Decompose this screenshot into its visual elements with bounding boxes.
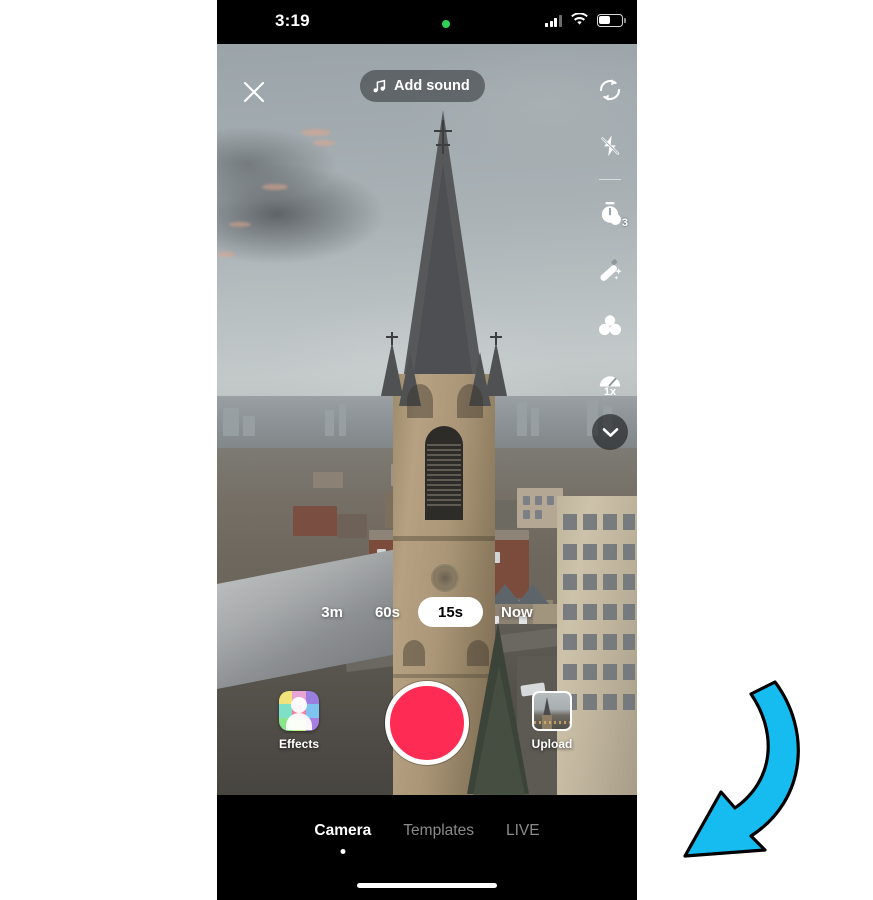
camera-tool-rail: 3 1x bbox=[583, 62, 637, 409]
effects-icon bbox=[279, 691, 319, 731]
rose-window bbox=[431, 564, 459, 592]
home-indicator bbox=[357, 883, 497, 888]
add-sound-label: Add sound bbox=[394, 78, 470, 94]
timer-button[interactable]: 3 bbox=[583, 185, 637, 241]
close-icon bbox=[243, 81, 265, 103]
screenshot-root: 3:19 Add sound 3 1x 3m 60s 15s Now Effec… bbox=[0, 0, 873, 900]
beauty-button[interactable] bbox=[583, 297, 637, 353]
camera-preview[interactable]: Add sound 3 1x 3m 60s 15s Now Effects Up… bbox=[217, 44, 637, 795]
speed-badge: 1x bbox=[603, 386, 617, 398]
speed-button[interactable]: 1x bbox=[583, 353, 637, 409]
magic-wand-icon bbox=[600, 259, 622, 281]
add-sound-button[interactable]: Add sound bbox=[360, 70, 485, 102]
duration-option-3m[interactable]: 3m bbox=[307, 597, 357, 627]
upload-thumbnail-icon bbox=[532, 691, 572, 731]
close-button[interactable] bbox=[236, 74, 272, 110]
flash-off-icon bbox=[601, 135, 620, 157]
rail-divider bbox=[599, 179, 621, 180]
duration-selector: 3m 60s 15s Now bbox=[217, 595, 637, 629]
church-spire-shadow bbox=[413, 164, 473, 380]
chevron-down-icon bbox=[602, 427, 618, 437]
flip-camera-icon bbox=[599, 79, 621, 101]
timer-icon bbox=[601, 202, 621, 225]
beauty-icon bbox=[599, 315, 621, 336]
bottom-nav-tabs: Camera Templates LIVE bbox=[217, 822, 637, 854]
effects-label: Effects bbox=[278, 737, 319, 751]
belfry-louvre bbox=[425, 426, 463, 520]
annotation-arrow bbox=[683, 680, 800, 858]
record-button[interactable] bbox=[385, 681, 469, 765]
duration-option-now[interactable]: Now bbox=[487, 597, 547, 627]
filters-button[interactable] bbox=[583, 241, 637, 297]
green-dot-icon bbox=[442, 20, 450, 28]
tab-camera[interactable]: Camera bbox=[314, 822, 372, 854]
upload-label: Upload bbox=[531, 737, 573, 751]
phone-frame: 3:19 Add sound 3 1x 3m 60s 15s Now Effec… bbox=[217, 0, 637, 900]
tab-templates[interactable]: Templates bbox=[403, 822, 474, 842]
flash-button[interactable] bbox=[583, 118, 637, 174]
upload-button[interactable]: Upload bbox=[517, 691, 587, 751]
tab-camera-label: Camera bbox=[314, 822, 372, 839]
status-bar-clock: 3:19 bbox=[275, 11, 310, 30]
expand-tools-button[interactable] bbox=[592, 414, 628, 450]
duration-option-15s[interactable]: 15s bbox=[418, 597, 484, 627]
status-bar: 3:19 bbox=[217, 0, 637, 44]
effects-button[interactable]: Effects bbox=[264, 691, 334, 751]
active-tab-dot bbox=[340, 849, 346, 854]
flip-camera-button[interactable] bbox=[583, 62, 637, 118]
duration-option-60s[interactable]: 60s bbox=[361, 597, 414, 627]
music-note-icon bbox=[373, 79, 386, 92]
tab-live[interactable]: LIVE bbox=[506, 822, 540, 842]
battery-icon bbox=[597, 14, 626, 27]
timer-badge: 3 bbox=[621, 217, 628, 229]
cellular-signal-icon bbox=[545, 15, 562, 27]
wifi-icon bbox=[571, 13, 588, 25]
bottom-nav: Camera Templates LIVE bbox=[217, 795, 637, 900]
shutter-row: Effects Upload bbox=[217, 681, 637, 791]
